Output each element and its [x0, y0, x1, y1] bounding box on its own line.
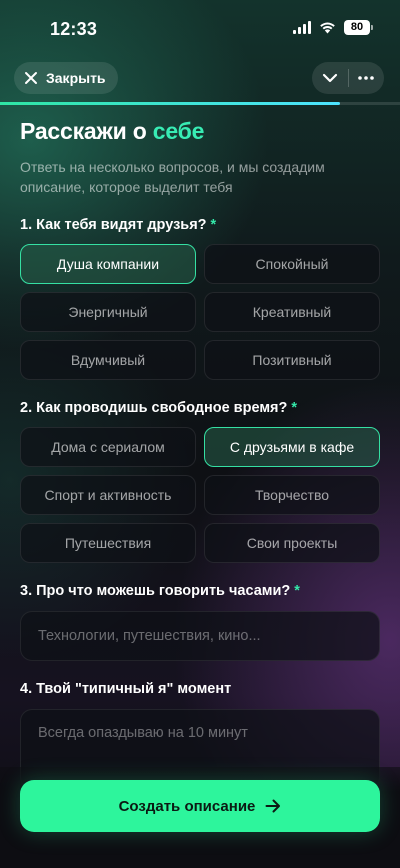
option-chip[interactable]: Творчество	[204, 475, 380, 515]
option-chip[interactable]: Вдумчивый	[20, 340, 196, 380]
nav-actions	[312, 62, 384, 94]
option-chip[interactable]: Креативный	[204, 292, 380, 332]
option-chip[interactable]: Путешествия	[20, 523, 196, 563]
progress-fill	[0, 102, 340, 105]
question-2-label: 2. Как проводишь свободное время? *	[20, 400, 380, 416]
collapse-button[interactable]	[312, 62, 348, 94]
question-3-label: 3. Про что можешь говорить часами? *	[20, 583, 380, 599]
more-button[interactable]	[348, 62, 384, 94]
required-mark: *	[294, 583, 300, 599]
wifi-icon	[320, 22, 335, 34]
form-content: Расскажи о себе Ответь на несколько вопр…	[20, 118, 380, 789]
battery-indicator: 80	[344, 20, 373, 35]
question-4-text: 4. Твой "типичный я" момент	[20, 681, 232, 697]
close-button[interactable]: Закрыть	[14, 62, 118, 94]
required-mark: *	[291, 400, 298, 416]
question-1-label: 1. Как тебя видят друзья? *	[20, 217, 380, 233]
option-chip[interactable]: Спокойный	[204, 244, 380, 284]
question-1-text: 1. Как тебя видят друзья?	[20, 217, 207, 233]
page-subtitle: Ответь на несколько вопросов, и мы созда…	[20, 159, 325, 195]
question-3-text: 3. Про что можешь говорить часами?	[20, 583, 291, 599]
more-dots-icon	[358, 76, 375, 80]
required-mark: *	[210, 217, 217, 233]
option-chip[interactable]: Душа компании	[20, 244, 196, 284]
progress-bar	[0, 102, 400, 105]
question-4-label: 4. Твой "типичный я" момент	[20, 681, 380, 697]
arrow-right-icon	[265, 799, 281, 813]
option-chip[interactable]: Дома с сериалом	[20, 427, 196, 467]
chevron-down-icon	[322, 73, 337, 83]
title-accent: себе	[152, 118, 205, 144]
option-chip[interactable]: Энергичный	[20, 292, 196, 332]
cellular-signal-icon	[293, 21, 311, 34]
create-description-label: Создать описание	[118, 797, 256, 815]
bottom-bar: Создать описание	[0, 767, 400, 868]
question-2-text: 2. Как проводишь свободное время?	[20, 400, 288, 416]
option-chip[interactable]: Позитивный	[204, 340, 380, 380]
status-bar: 12:33 80	[0, 0, 400, 54]
page-title: Расскажи о себе	[20, 118, 380, 145]
close-icon	[25, 72, 37, 84]
nav-bar: Закрыть	[14, 62, 384, 94]
create-description-button[interactable]: Создать описание	[20, 780, 380, 832]
topics-input[interactable]: Технологии, путешествия, кино...	[20, 611, 380, 661]
status-time: 12:33	[50, 19, 98, 39]
question-1-options: Душа компании Спокойный Энергичный Креат…	[20, 244, 380, 380]
title-main: Расскажи о	[20, 118, 153, 144]
status-icons: 80	[293, 20, 373, 35]
screen: 12:33 80 Закрыть Расскажи о себе Ответь …	[0, 0, 400, 868]
close-label: Закрыть	[46, 70, 106, 86]
option-chip[interactable]: Свои проекты	[204, 523, 380, 563]
option-chip[interactable]: С друзьями в кафе	[204, 427, 380, 467]
option-chip[interactable]: Спорт и активность	[20, 475, 196, 515]
question-2-options: Дома с сериалом С друзьями в кафе Спорт …	[20, 427, 380, 563]
